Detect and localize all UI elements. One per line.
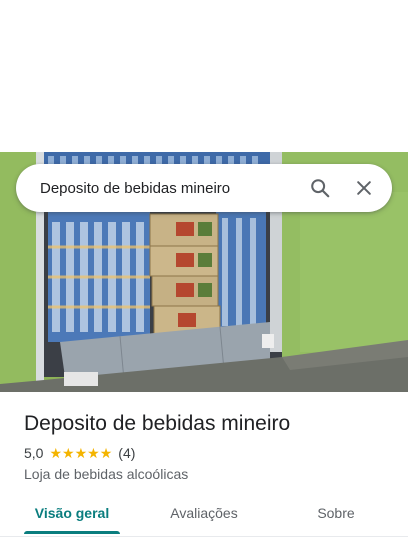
star-rating: ★ ★ ★ ★ ★ [49, 446, 112, 460]
rating-row[interactable]: 5,0 ★ ★ ★ ★ ★ (4) [24, 444, 384, 462]
place-category[interactable]: Loja de bebidas alcoólicas [24, 466, 384, 482]
tab-overview-label: Visão geral [34, 505, 110, 521]
place-info: Deposito de bebidas mineiro 5,0 ★ ★ ★ ★ … [0, 392, 408, 482]
close-icon [357, 181, 371, 195]
search-bar[interactable]: Deposito de bebidas mineiro [16, 164, 392, 212]
clear-search-button[interactable] [342, 166, 386, 210]
place-tabs: Visão geral Avaliações Sobre [0, 498, 408, 538]
rating-value: 5,0 [24, 445, 44, 461]
tab-overview[interactable]: Visão geral [24, 498, 120, 538]
tab-reviews-label: Avaliações [170, 505, 238, 521]
star-icon: ★ [49, 445, 63, 461]
review-count[interactable]: (4) [118, 445, 135, 461]
search-icon [311, 179, 330, 198]
active-tab-indicator [24, 531, 120, 534]
place-title: Deposito de bebidas mineiro [24, 412, 291, 435]
blank-map-area [0, 0, 408, 152]
star-icon: ★ [99, 445, 113, 461]
star-icon: ★ [87, 445, 100, 461]
search-button[interactable] [298, 166, 342, 210]
search-input[interactable]: Deposito de bebidas mineiro [16, 180, 298, 197]
star-icon: ★ [62, 445, 75, 461]
tab-about-label: Sobre [317, 505, 355, 521]
tab-reviews[interactable]: Avaliações [156, 498, 252, 538]
tabs-divider [0, 536, 408, 537]
star-icon: ★ [74, 445, 88, 461]
tab-about[interactable]: Sobre [296, 498, 376, 538]
